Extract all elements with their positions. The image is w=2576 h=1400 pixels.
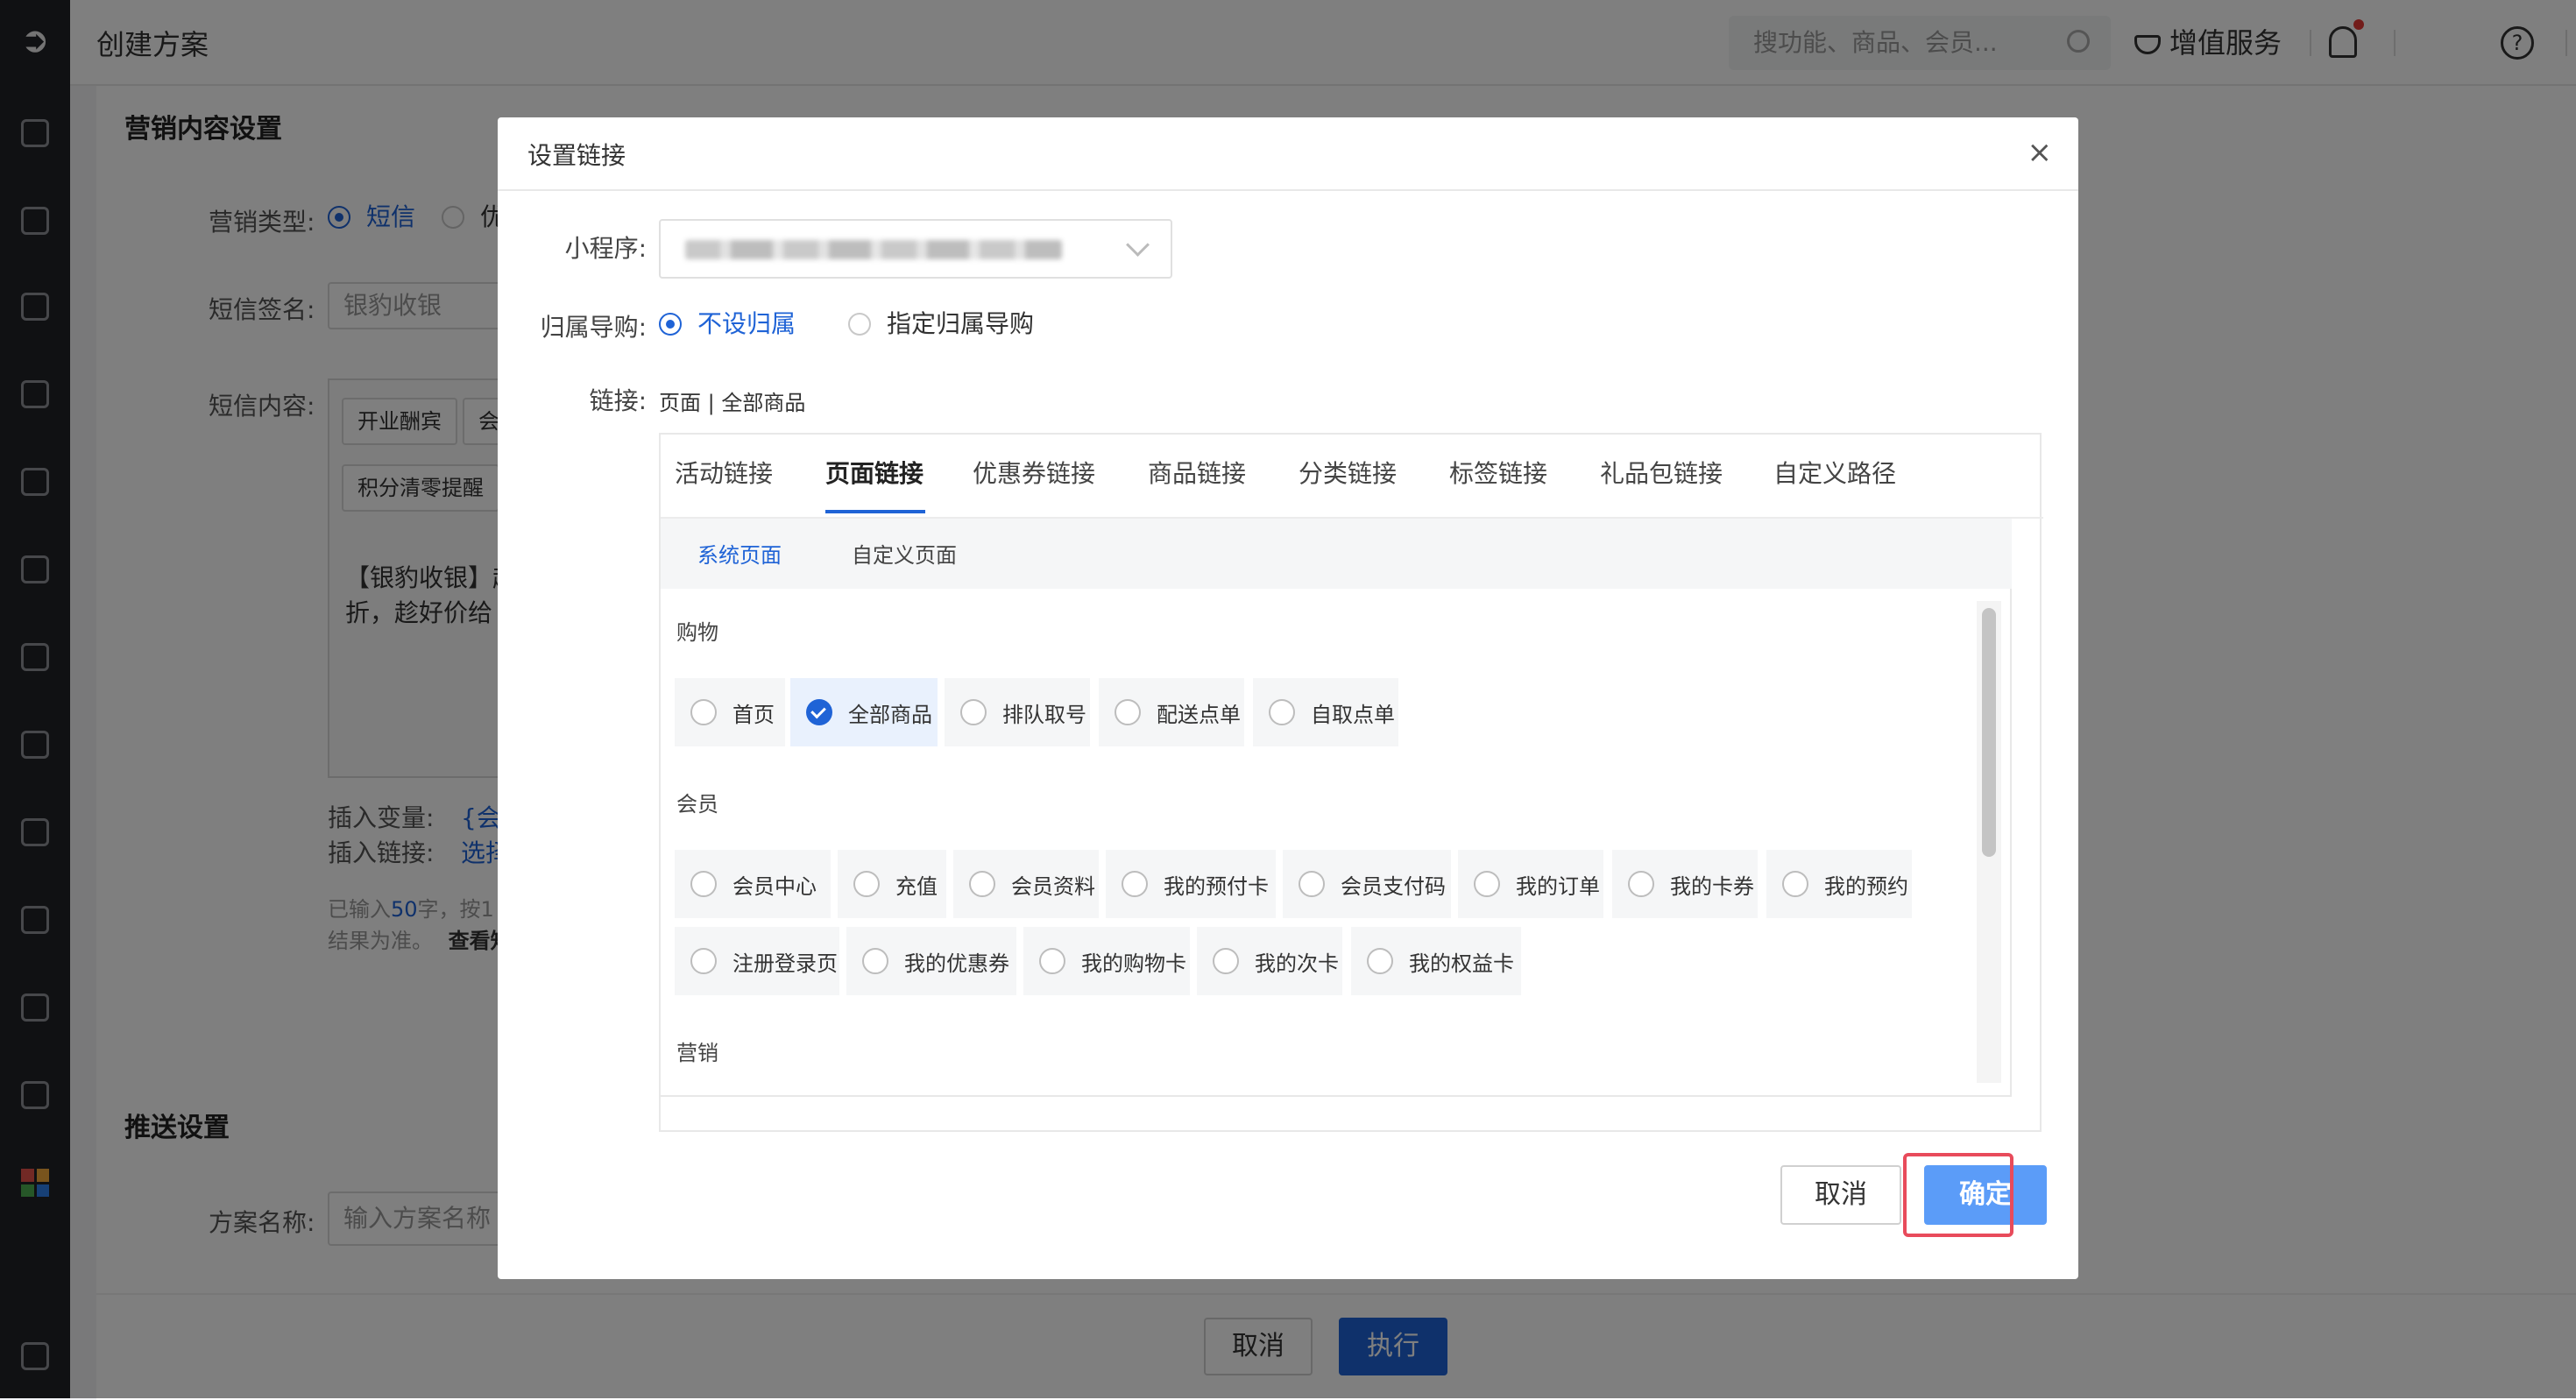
tab-tag-link[interactable]: 标签链接 [1449, 452, 1547, 496]
radio-circle [1782, 871, 1808, 897]
set-link-dialog: 设置链接 × 小程序: 归属导购: 不设归属 指定归属导购 链接: 页面 | 全… [498, 117, 2078, 1279]
radio-circle [1039, 948, 1065, 974]
radio-circle [1299, 871, 1325, 897]
option-label: 自取点单 [1311, 702, 1395, 727]
radio-circle [848, 313, 871, 336]
option-label: 我的预付卡 [1164, 873, 1269, 899]
option-my-times-card[interactable]: 我的次卡 [1197, 927, 1342, 995]
option-register-login[interactable]: 注册登录页 [675, 927, 839, 995]
option-my-shopping-card[interactable]: 我的购物卡 [1023, 927, 1190, 995]
guide-assign-radio[interactable]: 指定归属导购 [848, 307, 1034, 342]
option-label: 我的购物卡 [1081, 951, 1186, 976]
option-label: 我的卡券 [1670, 873, 1754, 899]
option-label: 我的预约 [1824, 873, 1908, 899]
checkmark-icon [806, 699, 832, 725]
tab-product-link[interactable]: 商品链接 [1148, 452, 1246, 496]
option-label: 充值 [895, 873, 938, 899]
option-label: 排队取号 [1002, 702, 1086, 727]
option-recharge[interactable]: 充值 [838, 850, 946, 918]
subtab-system-page[interactable]: 系统页面 [697, 538, 782, 569]
option-label: 我的权益卡 [1409, 951, 1514, 976]
group-title-marketing: 营销 [676, 1041, 718, 1065]
option-label: 首页 [732, 702, 775, 727]
active-tab-indicator [825, 510, 925, 513]
option-member-paycode[interactable]: 会员支付码 [1283, 850, 1451, 918]
option-label: 会员资料 [1011, 873, 1095, 899]
tab-category-link[interactable]: 分类链接 [1299, 452, 1397, 496]
dialog-header: 设置链接 × [498, 117, 2078, 191]
option-my-reservations[interactable]: 我的预约 [1766, 850, 1912, 918]
option-label: 我的优惠券 [904, 951, 1009, 976]
radio-label: 不设归属 [697, 309, 796, 338]
link-value: 页面 | 全部商品 [659, 391, 806, 415]
mini-program-label: 小程序: [564, 234, 647, 263]
radio-circle [960, 699, 987, 725]
radio-circle [1115, 699, 1141, 725]
option-my-benefit-card[interactable]: 我的权益卡 [1351, 927, 1521, 995]
radio-circle [1122, 871, 1148, 897]
link-label: 链接: [589, 386, 647, 415]
tab-coupon-link[interactable]: 优惠券链接 [973, 452, 1095, 496]
radio-label: 指定归属导购 [887, 309, 1035, 338]
option-label: 配送点单 [1157, 702, 1241, 727]
guide-label: 归属导购: [540, 313, 647, 342]
option-label: 会员中心 [732, 873, 817, 899]
option-all-goods[interactable]: 全部商品 [790, 678, 938, 746]
option-label: 我的次卡 [1255, 951, 1339, 976]
radio-circle [969, 871, 995, 897]
option-pickup-order[interactable]: 自取点单 [1253, 678, 1398, 746]
option-member-profile[interactable]: 会员资料 [953, 850, 1099, 918]
radio-circle [659, 313, 682, 336]
close-icon[interactable]: × [2028, 135, 2053, 170]
chevron-down-icon [1126, 233, 1150, 257]
page-options-panel: 购物 首页 全部商品 排队取号 配送点单 自取点单 会员 会员中心 充值 会员资… [661, 589, 2012, 1097]
guide-none-radio[interactable]: 不设归属 [659, 307, 796, 342]
option-my-vouchers[interactable]: 我的卡券 [1612, 850, 1758, 918]
radio-circle [1213, 948, 1239, 974]
radio-circle [1367, 948, 1393, 974]
option-my-orders[interactable]: 我的订单 [1458, 850, 1603, 918]
option-prepaid-card[interactable]: 我的预付卡 [1106, 850, 1276, 918]
dialog-title: 设置链接 [527, 141, 626, 170]
tab-gift-pack-link[interactable]: 礼品包链接 [1600, 452, 1723, 496]
option-label: 全部商品 [848, 702, 932, 727]
tab-custom-path[interactable]: 自定义路径 [1773, 452, 1896, 496]
radio-circle [690, 871, 717, 897]
radio-circle [853, 871, 880, 897]
option-delivery-order[interactable]: 配送点单 [1099, 678, 1244, 746]
radio-circle [1628, 871, 1654, 897]
link-type-tabs: 活动链接 页面链接 优惠券链接 商品链接 分类链接 标签链接 礼品包链接 自定义… [659, 433, 2043, 1132]
tab-activity-link[interactable]: 活动链接 [675, 452, 773, 496]
option-label: 会员支付码 [1341, 873, 1446, 899]
option-home[interactable]: 首页 [675, 678, 785, 746]
option-my-coupons[interactable]: 我的优惠券 [846, 927, 1016, 995]
page-type-subtabs: 系统页面 自定义页面 [661, 519, 2012, 589]
group-title-shopping: 购物 [676, 620, 718, 645]
radio-circle [690, 948, 717, 974]
group-title-member: 会员 [676, 792, 718, 817]
blurred-program-name [685, 240, 1062, 259]
radio-circle [1474, 871, 1500, 897]
option-label: 注册登录页 [732, 951, 838, 976]
scrollbar-thumb[interactable] [1982, 608, 1996, 857]
subtab-custom-page[interactable]: 自定义页面 [852, 538, 957, 569]
dialog-cancel-button[interactable]: 取消 [1780, 1165, 1901, 1225]
radio-circle [1269, 699, 1295, 725]
tab-page-link[interactable]: 页面链接 [825, 452, 924, 496]
confirm-highlight-box [1903, 1153, 2013, 1237]
option-member-center[interactable]: 会员中心 [675, 850, 831, 918]
option-queue-number[interactable]: 排队取号 [945, 678, 1090, 746]
mini-program-select[interactable] [659, 219, 1172, 279]
radio-circle [690, 699, 717, 725]
radio-circle [862, 948, 888, 974]
option-label: 我的订单 [1516, 873, 1600, 899]
